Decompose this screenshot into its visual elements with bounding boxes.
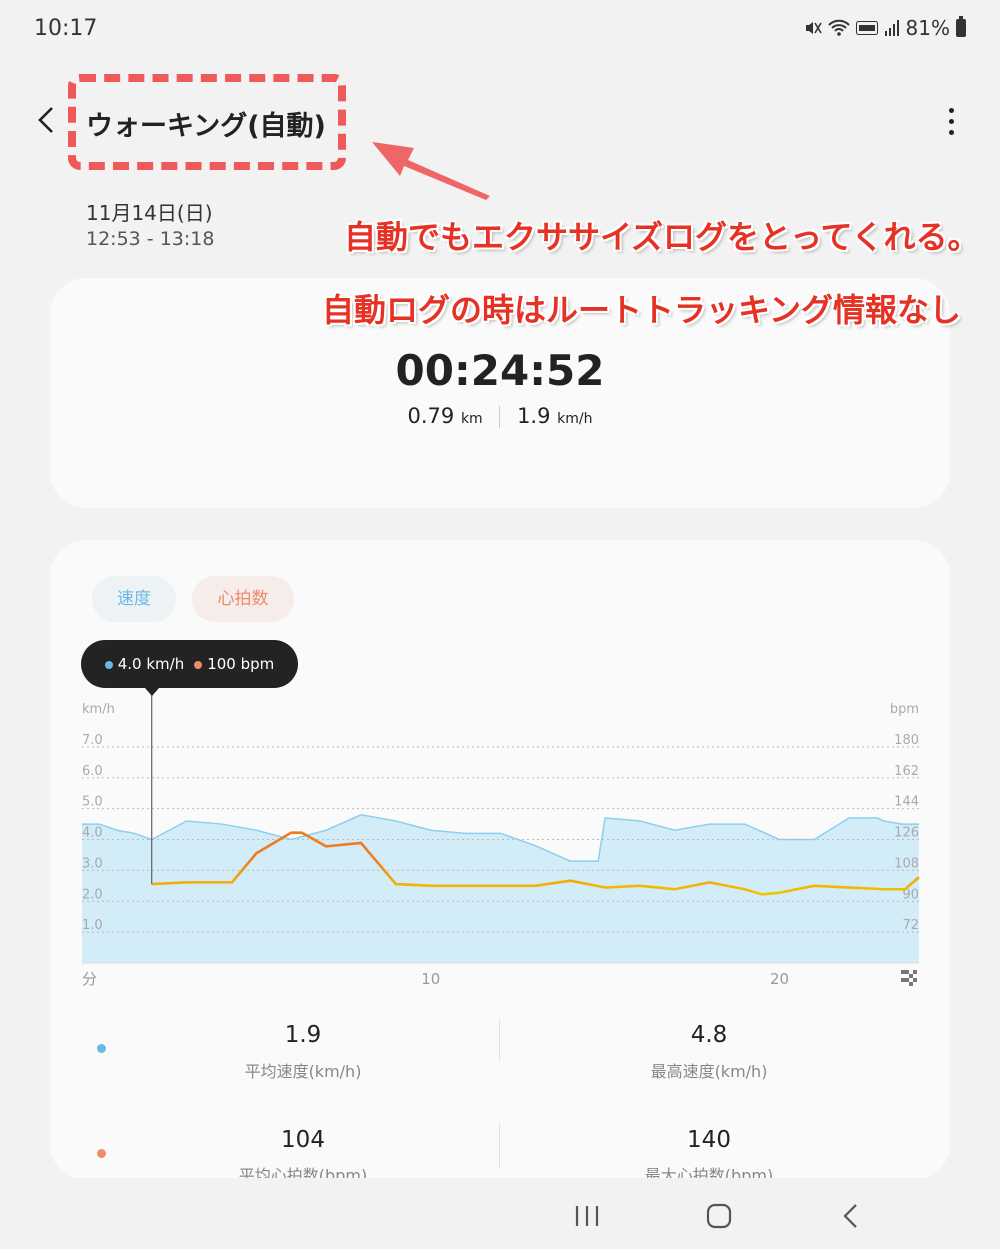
avg-speed-label: 平均速度(km/h) [244, 1062, 362, 1081]
recents-icon [575, 1206, 599, 1226]
chart-tooltip: 4.0 km/h 100 bpm [81, 640, 298, 696]
workout-time-range: 12:53 - 13:18 [86, 228, 215, 250]
home-icon [706, 1203, 732, 1229]
annotation-arrow-icon [372, 142, 490, 200]
status-icons: 81% [804, 16, 966, 40]
tab-heart-rate[interactable]: 心拍数 [192, 576, 294, 622]
heart-rate-legend-dot-icon [97, 1149, 106, 1158]
wifi-icon [827, 19, 850, 36]
heart-rate-dot-icon [194, 660, 203, 669]
annotation-text-1: 自動でもエクササイズログをとってくれる。 [344, 218, 980, 256]
signal-icon [884, 20, 899, 36]
speed-dot-icon [104, 660, 113, 669]
max-speed-label: 最高速度(km/h) [650, 1062, 768, 1081]
speed-value: 1.9 [517, 404, 551, 428]
nav-back-button[interactable] [821, 1198, 881, 1234]
battery-percent: 81% [905, 16, 950, 40]
status-time: 10:17 [34, 16, 98, 41]
title-highlight-annotation [68, 74, 346, 170]
more-options-button[interactable] [936, 106, 966, 138]
battery-icon [956, 16, 966, 37]
max-heart-rate-value: 140 [687, 1127, 731, 1153]
max-speed-value: 4.8 [690, 1022, 728, 1048]
speed-legend-dot-icon [97, 1044, 106, 1053]
mute-icon [805, 22, 822, 34]
distance-unit: km [460, 411, 483, 427]
tooltip-speed: 4.0 km/h [117, 655, 185, 673]
workout-duration: 00:24:52 [395, 346, 605, 395]
chevron-left-icon [38, 107, 53, 133]
more-vertical-icon [949, 108, 954, 113]
nav-home-button[interactable] [689, 1198, 749, 1234]
tooltip-heart-rate: 100 bpm [207, 655, 275, 673]
workout-date: 11月14日(日) [86, 201, 213, 225]
annotation-text-2: 自動ログの時はルートトラッキング情報なし [322, 291, 962, 329]
speed-unit: km/h [557, 411, 593, 427]
back-icon [843, 1204, 857, 1228]
back-button[interactable] [30, 100, 62, 140]
nav-recents-button[interactable] [557, 1198, 617, 1234]
distance-value: 0.79 [407, 404, 455, 428]
chart-card [50, 540, 950, 1180]
volte-icon [855, 21, 878, 35]
summary-stats: 0.79 km 1.9 km/h [0, 404, 1000, 428]
avg-speed-value: 1.9 [284, 1022, 322, 1048]
avg-heart-rate-value: 104 [281, 1127, 325, 1153]
tab-speed[interactable]: 速度 [92, 576, 176, 622]
